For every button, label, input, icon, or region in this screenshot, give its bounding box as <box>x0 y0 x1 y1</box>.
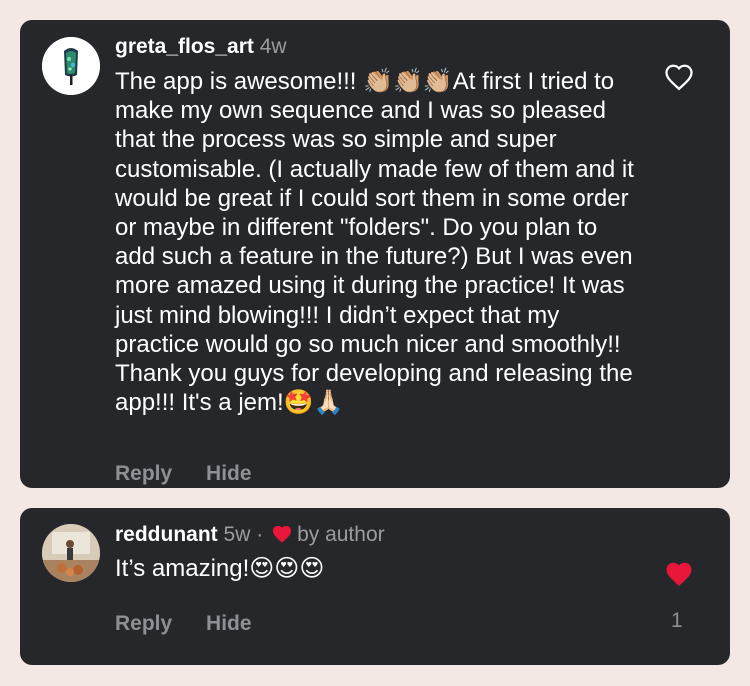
avatar[interactable] <box>42 524 100 582</box>
heart-filled-icon <box>272 525 292 543</box>
comment-actions: Reply Hide <box>115 612 252 636</box>
avatar[interactable] <box>42 37 100 95</box>
timestamp: 4w <box>259 35 287 58</box>
comment-card: greta_flos_art 4w The app is awesome!!! … <box>20 20 730 488</box>
comment-card: reddunant 5w · by author It’s amazing!😍😍… <box>20 508 730 665</box>
comment-text: It’s amazing!😍😍😍 <box>115 555 325 582</box>
comment-header: greta_flos_art 4w <box>115 34 287 60</box>
username[interactable]: greta_flos_art <box>115 35 254 58</box>
hide-button[interactable]: Hide <box>206 612 252 636</box>
comment-header: reddunant 5w · by author <box>115 522 385 548</box>
timestamp: 5w <box>223 523 251 546</box>
reply-button[interactable]: Reply <box>115 612 172 636</box>
reply-button[interactable]: Reply <box>115 462 172 486</box>
heart-filled-icon <box>666 562 692 586</box>
username[interactable]: reddunant <box>115 523 218 546</box>
comment-actions: Reply Hide <box>115 462 252 486</box>
hide-button[interactable]: Hide <box>206 462 252 486</box>
like-count: 1 <box>671 609 683 632</box>
heart-outline-icon <box>665 64 693 91</box>
like-button[interactable] <box>664 560 694 588</box>
separator: · <box>256 523 264 546</box>
like-button[interactable] <box>664 63 694 91</box>
liked-by-author-label: by author <box>297 523 385 546</box>
comment-text: The app is awesome!!! 👏🏼👏🏼👏🏼At first I t… <box>115 68 634 417</box>
